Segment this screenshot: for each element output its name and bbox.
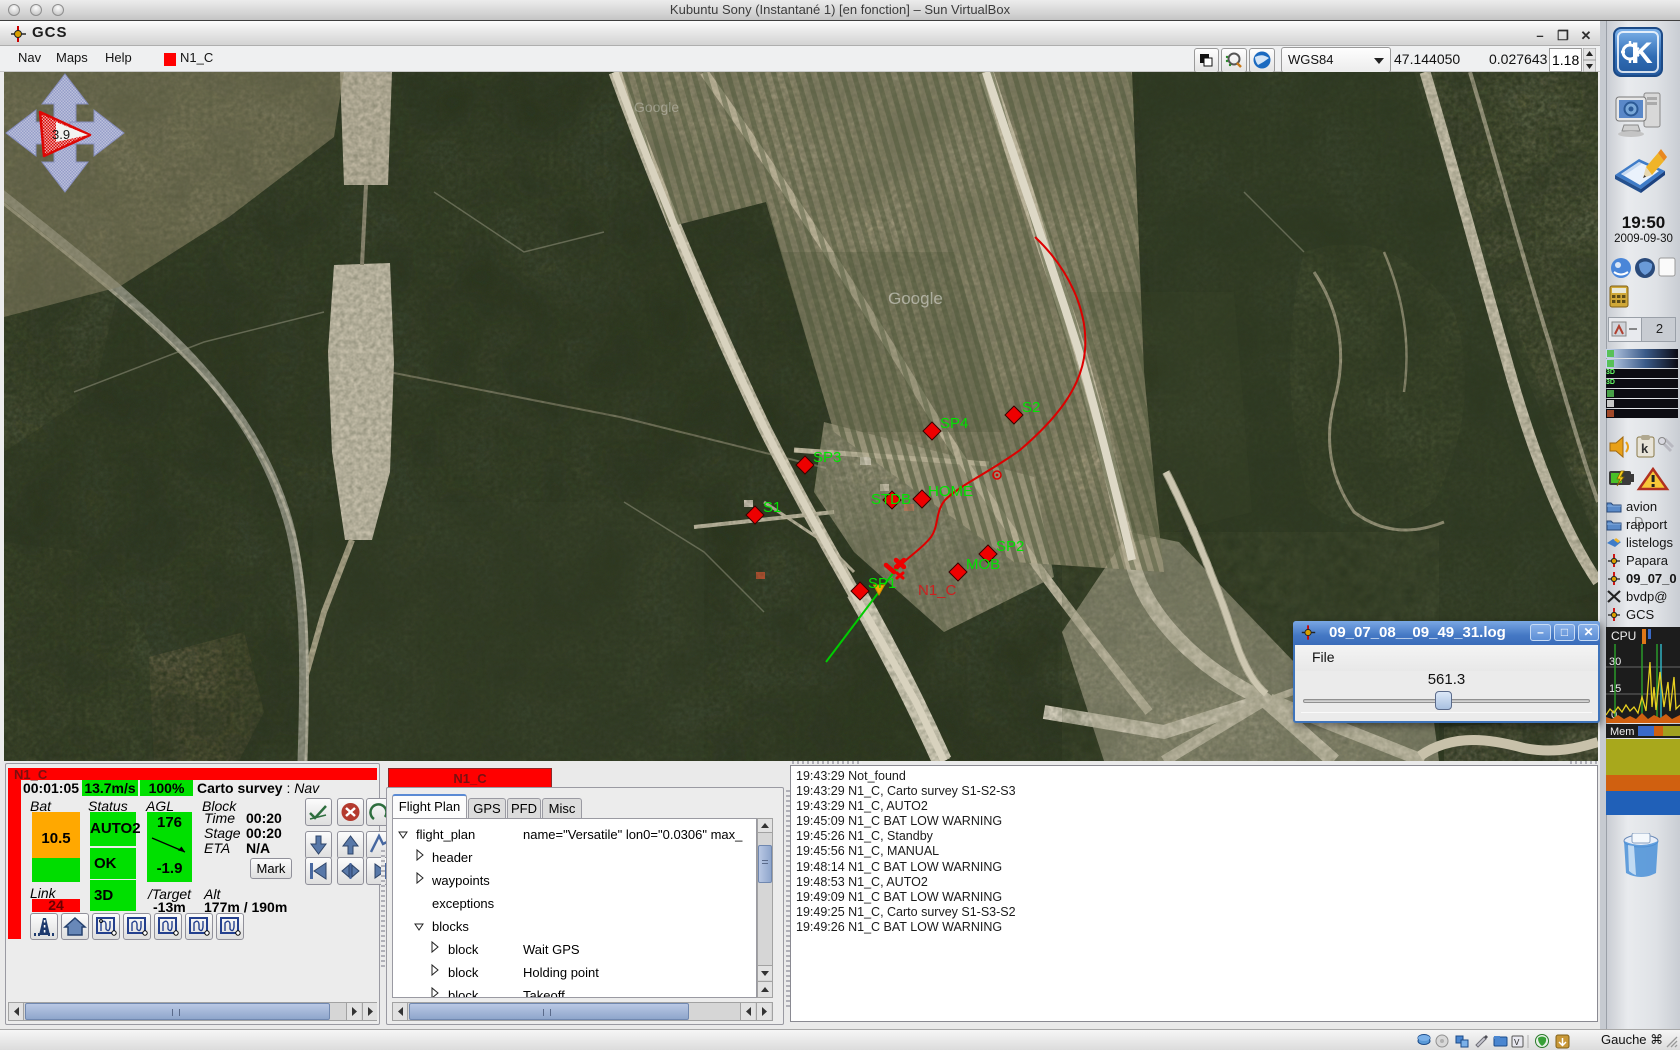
svg-text:S2: S2: [1022, 399, 1040, 416]
svg-text:3.9: 3.9: [52, 127, 70, 142]
svg-text:CPU: CPU: [1611, 629, 1636, 643]
svg-text:SP4: SP4: [940, 415, 968, 432]
svg-text:SP2: SP2: [996, 538, 1024, 555]
svg-text:K: K: [1631, 37, 1653, 70]
svg-text:S1: S1: [763, 499, 781, 516]
svg-text:k: k: [1641, 441, 1649, 456]
svg-text:V: V: [1514, 1038, 1520, 1048]
svg-text:STDB: STDB: [871, 491, 911, 508]
svg-text:Mem: Mem: [1610, 726, 1634, 738]
svg-text:MOB: MOB: [966, 556, 1000, 573]
svg-text:SP3: SP3: [813, 449, 841, 466]
svg-text:N1_C: N1_C: [918, 582, 957, 599]
svg-text:Google: Google: [634, 99, 679, 115]
svg-text:Google: Google: [888, 289, 943, 308]
svg-text:HOME: HOME: [928, 483, 973, 500]
svg-text:SP1: SP1: [868, 575, 896, 592]
